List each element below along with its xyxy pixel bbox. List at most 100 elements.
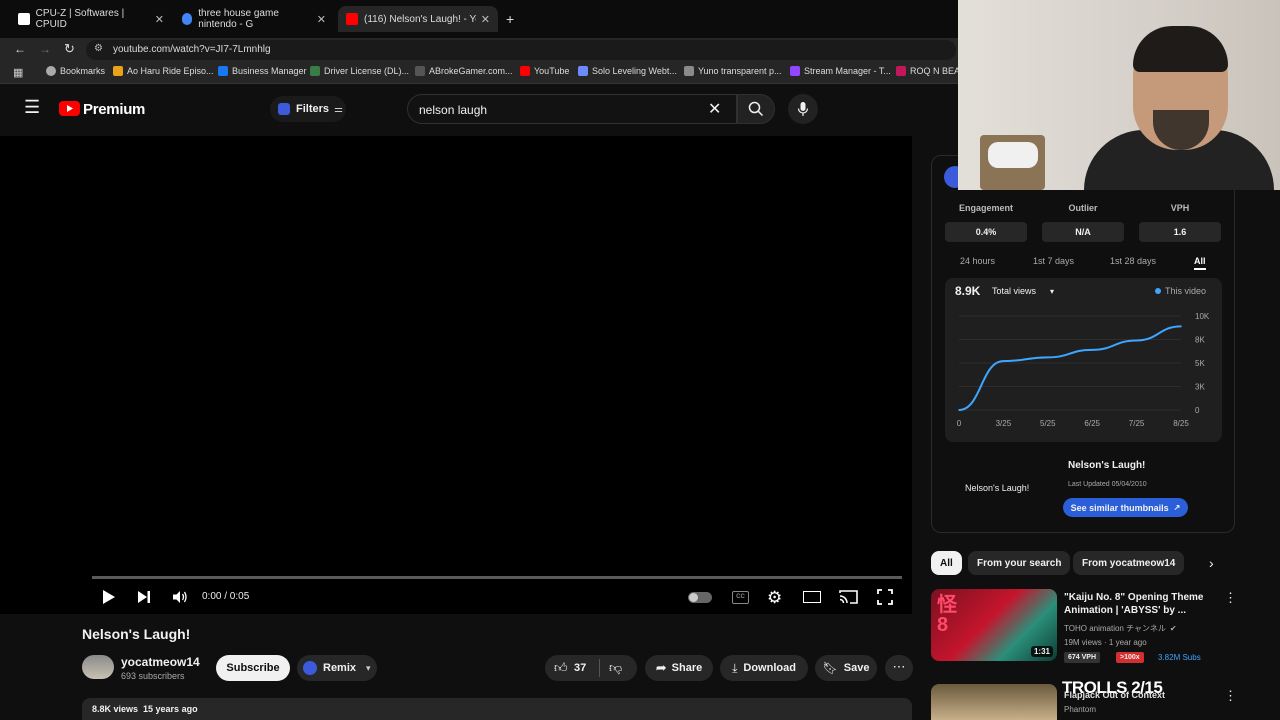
like-count[interactable]: 37 bbox=[574, 662, 586, 674]
site-info-icon[interactable]: ⚙ bbox=[94, 43, 103, 54]
next-button[interactable] bbox=[137, 590, 151, 609]
bookmark-favicon-icon bbox=[896, 66, 906, 76]
external-link-icon: ↗ bbox=[1173, 503, 1181, 512]
more-actions-icon[interactable]: ⋯ bbox=[885, 655, 913, 681]
play-button[interactable] bbox=[102, 589, 116, 610]
bookmark-item[interactable]: Bookmarks bbox=[46, 66, 105, 76]
save-button[interactable]: 🔖︎ Save bbox=[815, 655, 877, 681]
remix-button[interactable]: Remix ▾ bbox=[297, 655, 377, 681]
fullscreen-icon[interactable] bbox=[877, 589, 893, 610]
analysis-video-title: Nelson's Laugh! bbox=[1068, 460, 1146, 471]
dislike-icon[interactable]: 👎︎ bbox=[609, 660, 622, 676]
view-date-meta: 8.8K views 15 years ago bbox=[92, 704, 198, 714]
close-icon[interactable]: ✕ bbox=[155, 13, 164, 26]
search-input[interactable]: nelson laugh ✕ bbox=[407, 94, 737, 124]
url-field[interactable]: ⚙ youtube.com/watch?v=JI7-7Lmnhlg bbox=[86, 40, 956, 60]
total-views-value: 8.9K bbox=[955, 284, 981, 298]
logo-text[interactable]: Premium bbox=[83, 101, 145, 118]
more-vert-icon[interactable]: ⋮ bbox=[1224, 590, 1237, 606]
filters-label: Filters bbox=[296, 103, 330, 115]
vph-badge: 674 VPH bbox=[1064, 652, 1101, 663]
bookmark-item[interactable]: Yuno transparent p... bbox=[684, 66, 782, 76]
captions-icon[interactable]: CC bbox=[732, 591, 749, 604]
rec-channel[interactable]: TOHO animation チャンネル ✔ bbox=[1064, 623, 1177, 634]
bookmark-item[interactable]: Driver License (DL)... bbox=[310, 66, 409, 76]
webcam-overlay bbox=[958, 0, 1280, 190]
close-icon[interactable]: ✕ bbox=[317, 13, 326, 26]
video-thumbnail[interactable]: 怪8 1:31 bbox=[931, 589, 1057, 661]
menu-icon[interactable]: ☰ bbox=[24, 98, 40, 116]
remix-label: Remix bbox=[323, 662, 357, 674]
video-player[interactable] bbox=[0, 136, 912, 614]
volume-button[interactable] bbox=[172, 590, 188, 609]
range-tab[interactable]: 24 hours bbox=[960, 256, 995, 266]
extension-logo-icon bbox=[303, 661, 317, 675]
legend-label: This video bbox=[1165, 286, 1207, 296]
share-label: Share bbox=[671, 662, 703, 674]
description-box[interactable]: 8.8K views 15 years ago bbox=[82, 698, 912, 720]
channel-avatar[interactable] bbox=[82, 655, 114, 679]
apps-grid-icon[interactable]: ▦ bbox=[13, 66, 23, 79]
metric-select-label: Total views bbox=[992, 286, 1037, 296]
youtube-logo-icon[interactable] bbox=[59, 101, 80, 116]
stat-label: VPH bbox=[1170, 203, 1190, 213]
range-tab[interactable]: 1st 28 days bbox=[1110, 256, 1156, 266]
rec-channel[interactable]: Phantom bbox=[1064, 705, 1096, 714]
thumbnail-title: Nelson's Laugh! bbox=[965, 483, 1030, 493]
back-icon[interactable]: ← bbox=[14, 42, 26, 56]
y-tick-label: 5K bbox=[1195, 359, 1205, 368]
filters-button[interactable]: Filters ⚌ bbox=[270, 96, 346, 122]
series-line bbox=[958, 325, 1182, 411]
metric-select[interactable]: Total views ▾ bbox=[992, 286, 1054, 296]
clear-search-icon[interactable]: ✕ bbox=[708, 99, 721, 119]
like-icon[interactable]: 👍︎ bbox=[554, 660, 568, 676]
see-similar-thumbnails-button[interactable]: See similar thumbnails ↗ bbox=[1063, 498, 1188, 517]
theater-mode-icon[interactable] bbox=[803, 591, 821, 603]
browser-tab-active[interactable]: (116) Nelson's Laugh! - YouTub ✕ bbox=[338, 6, 498, 32]
bookmark-item[interactable]: YouTube bbox=[520, 66, 569, 76]
voice-search-button[interactable] bbox=[788, 94, 818, 124]
browser-tab[interactable]: three house game nintendo - G ✕ bbox=[174, 6, 334, 32]
bookmark-item[interactable]: Solo Leveling Webt... bbox=[578, 66, 677, 76]
y-tick-label: 3K bbox=[1195, 383, 1205, 392]
share-button[interactable]: ➦ Share bbox=[645, 655, 713, 681]
subs-badge: 3.82M Subs bbox=[1158, 653, 1201, 662]
bookmark-item[interactable]: Ao Haru Ride Episo... bbox=[113, 66, 214, 76]
x-tick-label: 3/25 bbox=[996, 419, 1012, 428]
video-thumbnail[interactable] bbox=[931, 684, 1057, 720]
bookmark-item[interactable]: Stream Manager - T... bbox=[790, 66, 891, 76]
autoplay-toggle[interactable] bbox=[688, 592, 712, 603]
chip-from-channel[interactable]: From yocatmeow14 bbox=[1073, 551, 1185, 575]
cast-icon[interactable] bbox=[839, 589, 858, 609]
settings-gear-icon[interactable]: ⚙ bbox=[767, 588, 782, 608]
x-tick-label: 7/25 bbox=[1129, 419, 1145, 428]
chip-all[interactable]: All bbox=[931, 551, 962, 575]
more-vert-icon[interactable]: ⋮ bbox=[1224, 688, 1237, 704]
bookmark-item[interactable]: ABrokeGamer.com... bbox=[415, 66, 513, 76]
reload-icon[interactable]: ↻ bbox=[64, 41, 75, 57]
bookmark-favicon-icon bbox=[578, 66, 588, 76]
bookmark-item[interactable]: Business Manager bbox=[218, 66, 307, 76]
tab-title: three house game nintendo - G bbox=[198, 8, 279, 30]
data-point bbox=[1135, 339, 1138, 342]
close-icon[interactable]: ✕ bbox=[481, 13, 490, 26]
range-tab-active[interactable]: All bbox=[1194, 256, 1206, 270]
rec-channel-name: TOHO animation チャンネル bbox=[1064, 624, 1166, 633]
forward-icon[interactable]: → bbox=[39, 42, 51, 56]
chevron-right-icon[interactable]: › bbox=[1209, 555, 1214, 571]
browser-tab[interactable]: CPU-Z | Softwares | CPUID ✕ bbox=[10, 6, 172, 32]
channel-name[interactable]: yocatmeow14 bbox=[121, 655, 200, 669]
duration-badge: 1:31 bbox=[1030, 646, 1053, 657]
search-button[interactable] bbox=[737, 94, 775, 124]
y-tick-label: 0 bbox=[1195, 406, 1200, 415]
range-tab[interactable]: 1st 7 days bbox=[1033, 256, 1074, 266]
views-line-chart: 10K 8K 5K 3K 0 0 3/25 5/25 6/25 7/25 8/25 bbox=[957, 312, 1210, 428]
rec-video-title[interactable]: "Kaiju No. 8" Opening Theme Animation | … bbox=[1064, 591, 1209, 617]
download-button[interactable]: ⤓ Download bbox=[720, 655, 808, 681]
progress-bar[interactable] bbox=[92, 576, 902, 579]
chip-from-search[interactable]: From your search bbox=[968, 551, 1071, 575]
x-tick-label: 0 bbox=[957, 419, 962, 428]
url-text: youtube.com/watch?v=JI7-7Lmnhlg bbox=[113, 44, 271, 55]
subscribe-button[interactable]: Subscribe bbox=[216, 655, 290, 681]
new-tab-button[interactable]: + bbox=[506, 11, 514, 27]
